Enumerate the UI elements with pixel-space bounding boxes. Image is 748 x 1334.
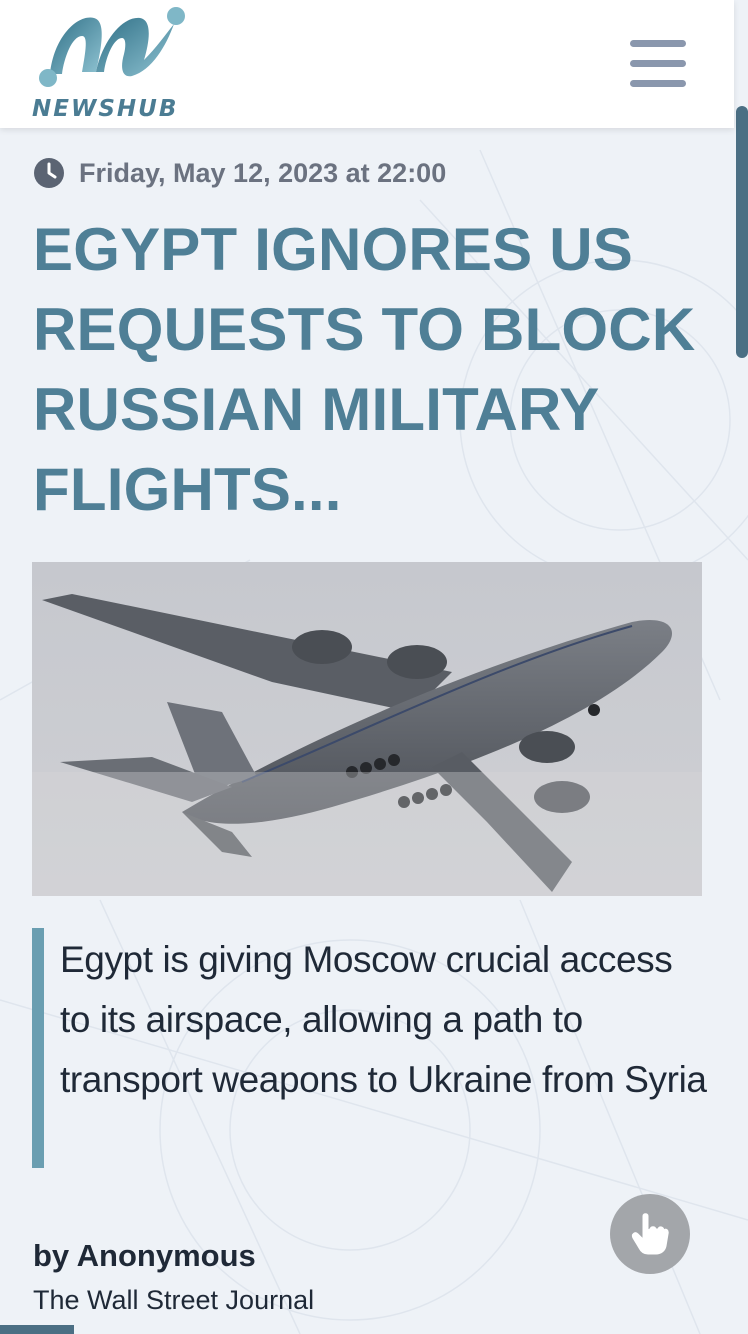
article-lede-quote: Egypt is giving Moscow crucial access to… <box>32 928 712 1168</box>
hamburger-menu-icon-bar-3 <box>630 80 686 87</box>
logo-wordmark: NEWSHUB <box>32 96 179 122</box>
article-lede-text: Egypt is giving Moscow crucial access to… <box>60 939 707 1100</box>
tap-action-button[interactable] <box>610 1194 690 1274</box>
scrollbar-thumb[interactable] <box>736 106 748 358</box>
article-date: Friday, May 12, 2023 at 22:00 <box>79 157 447 188</box>
page: NEWSHUB Friday, May 12, 2023 at 22:00 EG… <box>0 0 748 1334</box>
hamburger-menu-icon-bar-1 <box>630 40 686 47</box>
article-date-row: Friday, May 12, 2023 at 22:00 <box>33 156 446 190</box>
newshub-logo-icon <box>39 7 185 87</box>
bottom-progress-indicator <box>0 1325 74 1334</box>
article-hero-image <box>32 562 702 896</box>
site-logo[interactable]: NEWSHUB <box>30 6 200 124</box>
article-source: The Wall Street Journal <box>33 1285 315 1315</box>
article-byline: by Anonymous <box>33 1238 256 1273</box>
hand-pointer-icon <box>632 1213 669 1255</box>
military-cargo-plane-photo <box>32 562 702 896</box>
article-headline: EGYPT IGNORES US REQUESTS TO BLOCK RUSSI… <box>33 216 696 523</box>
clock-icon <box>34 158 64 188</box>
top-header: NEWSHUB <box>0 0 734 128</box>
hamburger-menu-button[interactable] <box>626 38 688 90</box>
hamburger-menu-icon-bar-2 <box>630 60 686 67</box>
